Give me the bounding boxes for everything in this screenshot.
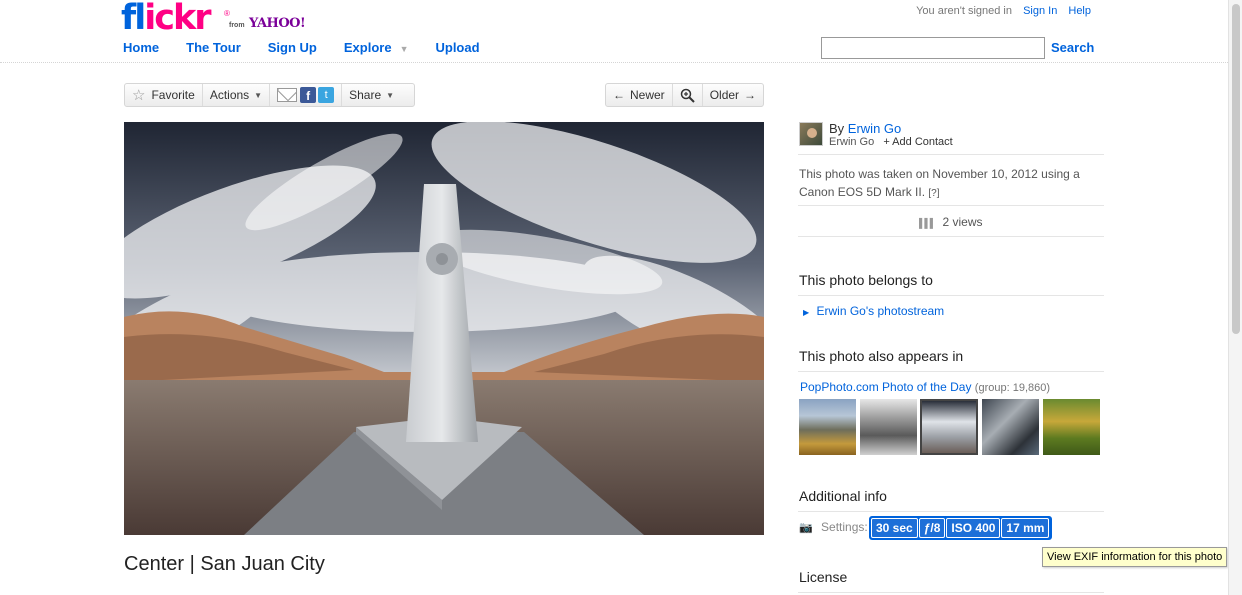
older-button[interactable]: Older → [703, 84, 763, 106]
add-contact-link[interactable]: + Add Contact [883, 136, 952, 148]
magnifier-icon [680, 88, 695, 103]
views-label: 2 views [942, 215, 983, 229]
settings-label: Settings: [821, 520, 868, 534]
search-input[interactable] [821, 37, 1045, 59]
group-line: PopPhoto.com Photo of the Day (group: 19… [800, 380, 1050, 394]
logo-from: from [229, 22, 245, 29]
arrow-right-icon: → [744, 88, 757, 102]
author-link[interactable]: Erwin Go [848, 121, 901, 136]
exif-tooltip: View EXIF information for this photo [1042, 547, 1228, 567]
settings-line: 📷 Settings: [799, 520, 868, 534]
share-menu-button[interactable]: Share ▼ [342, 84, 401, 106]
newer-label: Newer [630, 88, 665, 102]
nav-home[interactable]: Home [123, 40, 159, 55]
facebook-icon[interactable]: f [300, 87, 317, 103]
sign-in-link[interactable]: Sign In [1023, 5, 1057, 17]
older-label: Older [709, 88, 740, 102]
group-link[interactable]: PopPhoto.com Photo of the Day [800, 380, 971, 394]
appears-heading: This photo also appears in [799, 348, 964, 364]
photostream-item: ▶ Erwin Go's photostream [803, 304, 944, 318]
views-count: ▌▌▌ 2 views [919, 215, 983, 229]
page-scrollbar[interactable] [1228, 0, 1242, 595]
exif-focal-length[interactable]: 17 mm [1001, 518, 1050, 538]
divider [798, 592, 1104, 593]
additional-info-heading: Additional info [799, 488, 887, 504]
by-prefix: By [829, 121, 845, 136]
photo-actions-toolbar: ☆ Favorite Actions ▼ f t Share ▼ [124, 83, 415, 107]
share-icons: f t [270, 84, 343, 106]
nav-upload[interactable]: Upload [435, 40, 479, 55]
registered-mark: ® [224, 9, 230, 18]
nav-sign-up[interactable]: Sign Up [268, 40, 317, 55]
photo-image [124, 122, 764, 535]
search-button[interactable]: Search [1051, 40, 1094, 55]
signin-bar: You aren't signed in Sign In Help [908, 5, 1091, 17]
author-sub-line: Erwin Go + Add Contact [829, 136, 953, 148]
actions-menu-button[interactable]: Actions ▼ [203, 84, 271, 106]
chevron-down-icon[interactable]: ▼ [400, 44, 409, 54]
help-link[interactable]: Help [1068, 5, 1091, 17]
arrow-left-icon: ← [613, 88, 625, 102]
favorite-button[interactable]: ☆ Favorite [125, 84, 203, 106]
zoom-button[interactable] [673, 84, 703, 106]
nav-tour[interactable]: The Tour [186, 40, 241, 55]
logo-word-a: fl [121, 0, 146, 38]
triangle-right-icon: ▶ [803, 308, 810, 317]
help-mark[interactable]: [?] [928, 188, 939, 199]
actions-label: Actions [209, 88, 250, 102]
newer-button[interactable]: ← Newer [606, 84, 673, 106]
chevron-down-icon: ▼ [254, 90, 263, 100]
exif-iso[interactable]: ISO 400 [946, 518, 1001, 538]
bar-chart-icon: ▌▌▌ [919, 218, 936, 228]
divider [798, 511, 1104, 512]
scrollbar-thumb[interactable] [1232, 4, 1240, 334]
group-thumbnail-current[interactable] [920, 399, 978, 455]
author-byline: By Erwin Go [829, 121, 901, 136]
logo-word-b: ickr [144, 0, 211, 38]
author-avatar[interactable] [799, 122, 823, 146]
divider [798, 295, 1104, 296]
camera-model: Canon EOS 5D Mark II. [799, 185, 926, 199]
belongs-heading: This photo belongs to [799, 272, 933, 288]
main-nav: Home The Tour Sign Up Explore ▼ Upload [123, 40, 507, 55]
yahoo-logo: YAHOO! [249, 16, 306, 31]
star-icon: ☆ [132, 87, 146, 104]
group-thumbnail[interactable] [982, 399, 1039, 455]
site-header: flickr ® from YAHOO! Home The Tour Sign … [0, 0, 1228, 63]
photo-title: Center | San Juan City [124, 553, 325, 575]
exif-aperture[interactable]: ƒ/8 [918, 518, 946, 538]
divider [798, 371, 1104, 372]
main-photo[interactable] [124, 122, 764, 535]
divider [798, 154, 1104, 155]
nav-explore[interactable]: Explore ▼ [344, 40, 409, 55]
group-count: (group: 19,860) [974, 382, 1051, 394]
divider [798, 236, 1104, 237]
favorite-label: Favorite [151, 88, 195, 102]
license-heading: License [799, 569, 848, 585]
group-thumbnail[interactable] [799, 399, 856, 455]
photo-nav-toolbar: ← Newer Older → [605, 83, 764, 107]
exif-settings[interactable]: 30 sec ƒ/8 ISO 400 17 mm [869, 516, 1053, 540]
group-thumbnail[interactable] [860, 399, 917, 455]
nav-explore-label[interactable]: Explore [344, 40, 392, 55]
signed-out-status: You aren't signed in [916, 5, 1012, 17]
author-username: Erwin Go [829, 136, 875, 148]
flickr-logo[interactable]: flickr ® from YAHOO! [121, 0, 306, 38]
divider [798, 205, 1104, 206]
share-label: Share [349, 88, 382, 102]
twitter-icon[interactable]: t [318, 87, 335, 103]
taken-info-line1: This photo was taken on November 10, 201… [799, 167, 1080, 181]
taken-info-line2: Canon EOS 5D Mark II. [?] [799, 185, 940, 199]
camera-icon: 📷 [799, 522, 813, 534]
exif-shutter[interactable]: 30 sec [871, 518, 918, 538]
group-thumbnail[interactable] [1043, 399, 1100, 455]
chevron-down-icon: ▼ [386, 90, 395, 100]
email-icon[interactable] [277, 88, 298, 102]
photostream-link[interactable]: Erwin Go's photostream [817, 304, 945, 318]
